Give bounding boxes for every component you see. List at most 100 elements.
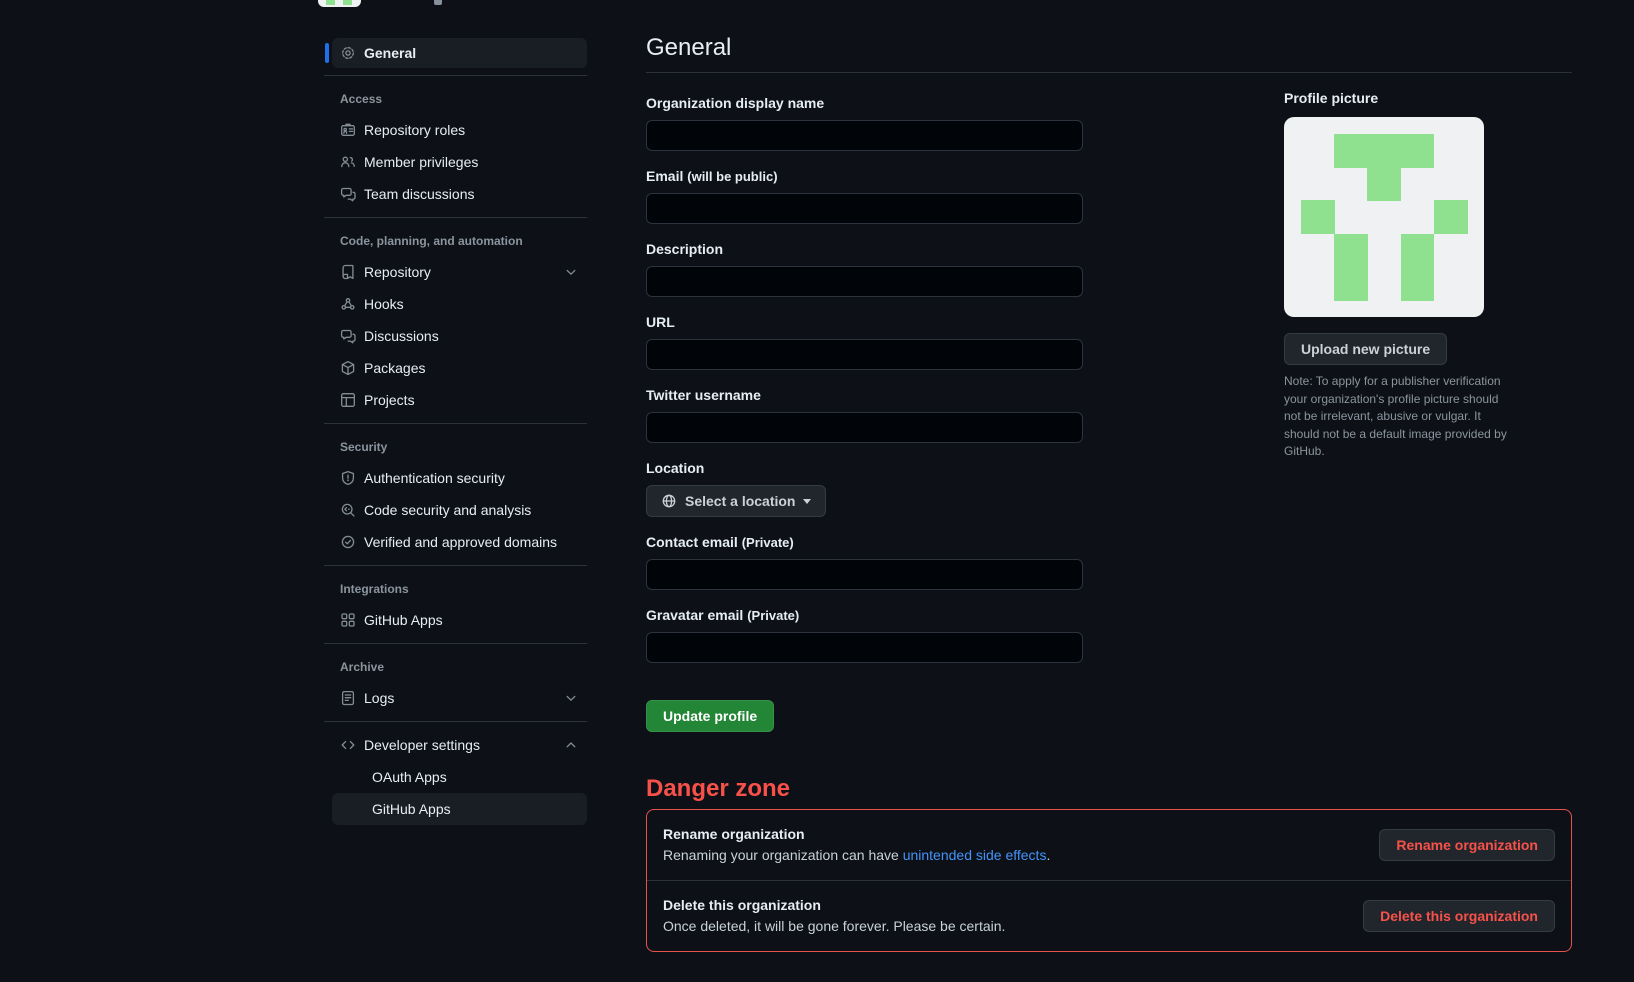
upload-new-picture-button[interactable]: Upload new picture xyxy=(1284,333,1447,365)
url-input[interactable] xyxy=(646,339,1083,370)
sidebar-item-repository[interactable]: Repository xyxy=(332,256,587,288)
divider xyxy=(324,565,587,566)
rename-org-title: Rename organization xyxy=(663,824,1050,845)
contact-email-label-note: (Private) xyxy=(742,535,794,550)
twitter-username-label: Twitter username xyxy=(646,385,1083,406)
form-group-contact-email: Contact email (Private) xyxy=(646,532,1083,590)
form-group-url: URL xyxy=(646,312,1083,370)
sidebar-item-packages[interactable]: Packages xyxy=(332,352,587,384)
sidebar-item-hooks[interactable]: Hooks xyxy=(332,288,587,320)
contact-email-input[interactable] xyxy=(646,559,1083,590)
id-badge-icon xyxy=(340,122,356,138)
sidebar-item-github-apps[interactable]: GitHub Apps xyxy=(332,604,587,636)
sidebar-item-label: General xyxy=(364,45,416,61)
sidebar-item-github-apps-developer[interactable]: GitHub Apps xyxy=(332,793,587,825)
identicon-cell xyxy=(1401,134,1435,168)
identicon-cell xyxy=(1401,267,1435,301)
identicon-cell xyxy=(326,0,335,5)
sidebar-item-verified-domains[interactable]: Verified and approved domains xyxy=(332,526,587,558)
org-display-name-input[interactable] xyxy=(646,120,1083,151)
chevron-down-icon xyxy=(563,690,579,706)
sidebar-item-developer-settings[interactable]: Developer settings xyxy=(332,729,587,761)
form-group-org-display-name: Organization display name xyxy=(646,93,1083,151)
delete-organization-button[interactable]: Delete this organization xyxy=(1363,900,1555,932)
sidebar-item-team-discussions[interactable]: Team discussions xyxy=(332,178,587,210)
webhook-icon xyxy=(340,296,356,312)
unintended-side-effects-link[interactable]: unintended side effects xyxy=(903,847,1047,863)
sidebar-item-label: Developer settings xyxy=(364,737,480,753)
profile-picture-panel: Profile picture Upload new picture Note:… xyxy=(1284,88,1520,461)
identicon-cell xyxy=(1334,267,1368,301)
sidebar-item-label: Team discussions xyxy=(364,186,475,202)
sidebar-section-security: Security xyxy=(324,431,587,462)
repo-icon xyxy=(340,264,356,280)
email-input[interactable] xyxy=(646,193,1083,224)
gravatar-email-input[interactable] xyxy=(646,632,1083,663)
danger-row-info: Delete this organization Once deleted, i… xyxy=(663,895,1005,937)
org-name-text-partial xyxy=(434,0,442,5)
gravatar-email-label: Gravatar email (Private) xyxy=(646,605,1083,626)
danger-zone-title: Danger zone xyxy=(646,775,1572,803)
codescan-icon xyxy=(340,502,356,518)
sidebar-item-logs[interactable]: Logs xyxy=(332,682,587,714)
identicon-cell xyxy=(1301,200,1335,234)
sidebar-item-label: GitHub Apps xyxy=(364,612,443,628)
org-identicon xyxy=(1284,117,1484,317)
delete-org-description: Once deleted, it will be gone forever. P… xyxy=(663,916,1005,937)
people-icon xyxy=(340,154,356,170)
sidebar-item-label: Repository xyxy=(364,264,431,280)
org-avatar-partial xyxy=(318,0,361,7)
org-display-name-label: Organization display name xyxy=(646,93,1083,114)
sidebar-item-projects[interactable]: Projects xyxy=(332,384,587,416)
package-icon xyxy=(340,360,356,376)
divider xyxy=(324,217,587,218)
comment-discussion-icon xyxy=(340,186,356,202)
sidebar-item-label: Projects xyxy=(364,392,415,408)
code-icon xyxy=(340,737,356,753)
sidebar-item-member-privileges[interactable]: Member privileges xyxy=(332,146,587,178)
update-profile-button[interactable]: Update profile xyxy=(646,700,774,732)
description-label: Description xyxy=(646,239,1083,260)
sidebar-item-discussions[interactable]: Discussions xyxy=(332,320,587,352)
divider xyxy=(324,643,587,644)
sidebar-item-authentication-security[interactable]: Authentication security xyxy=(332,462,587,494)
sidebar-item-label: Logs xyxy=(364,690,394,706)
delete-org-title: Delete this organization xyxy=(663,895,1005,916)
danger-row-delete: Delete this organization Once deleted, i… xyxy=(647,880,1571,951)
contact-email-label: Contact email (Private) xyxy=(646,532,1083,553)
rename-org-description: Renaming your organization can have unin… xyxy=(663,845,1050,866)
sidebar-item-label: OAuth Apps xyxy=(372,769,447,785)
danger-row-rename: Rename organization Renaming your organi… xyxy=(647,810,1571,880)
settings-sidebar: General Access Repository roles Member p… xyxy=(324,38,587,825)
page-title: General xyxy=(646,33,1572,73)
location-select-value: Select a location xyxy=(685,493,795,509)
rename-organization-button[interactable]: Rename organization xyxy=(1379,829,1555,861)
twitter-username-input[interactable] xyxy=(646,412,1083,443)
description-input[interactable] xyxy=(646,266,1083,297)
location-select[interactable]: Select a location xyxy=(646,485,826,517)
sidebar-item-oauth-apps[interactable]: OAuth Apps xyxy=(332,761,587,793)
identicon-cell xyxy=(343,0,352,5)
form-group-twitter: Twitter username xyxy=(646,385,1083,443)
chevron-up-icon xyxy=(563,737,579,753)
sidebar-section-integrations: Integrations xyxy=(324,573,587,604)
chevron-down-icon xyxy=(563,264,579,280)
form-group-email: Email (will be public) xyxy=(646,166,1083,224)
gravatar-email-label-note: (Private) xyxy=(747,608,799,623)
identicon-cell xyxy=(1434,200,1468,234)
sidebar-section-archive: Archive xyxy=(324,651,587,682)
url-label: URL xyxy=(646,312,1083,333)
sidebar-item-repository-roles[interactable]: Repository roles xyxy=(332,114,587,146)
divider xyxy=(324,75,587,76)
form-group-gravatar-email: Gravatar email (Private) xyxy=(646,605,1083,663)
sidebar-item-label: Hooks xyxy=(364,296,404,312)
shield-lock-icon xyxy=(340,470,356,486)
divider xyxy=(324,423,587,424)
sidebar-item-label: Verified and approved domains xyxy=(364,534,557,550)
sidebar-item-code-security[interactable]: Code security and analysis xyxy=(332,494,587,526)
identicon-cell xyxy=(1367,167,1401,201)
sidebar-item-general[interactable]: General xyxy=(332,38,587,68)
log-icon xyxy=(340,690,356,706)
identicon-cell xyxy=(1367,134,1401,168)
email-label-note: (will be public) xyxy=(687,169,777,184)
